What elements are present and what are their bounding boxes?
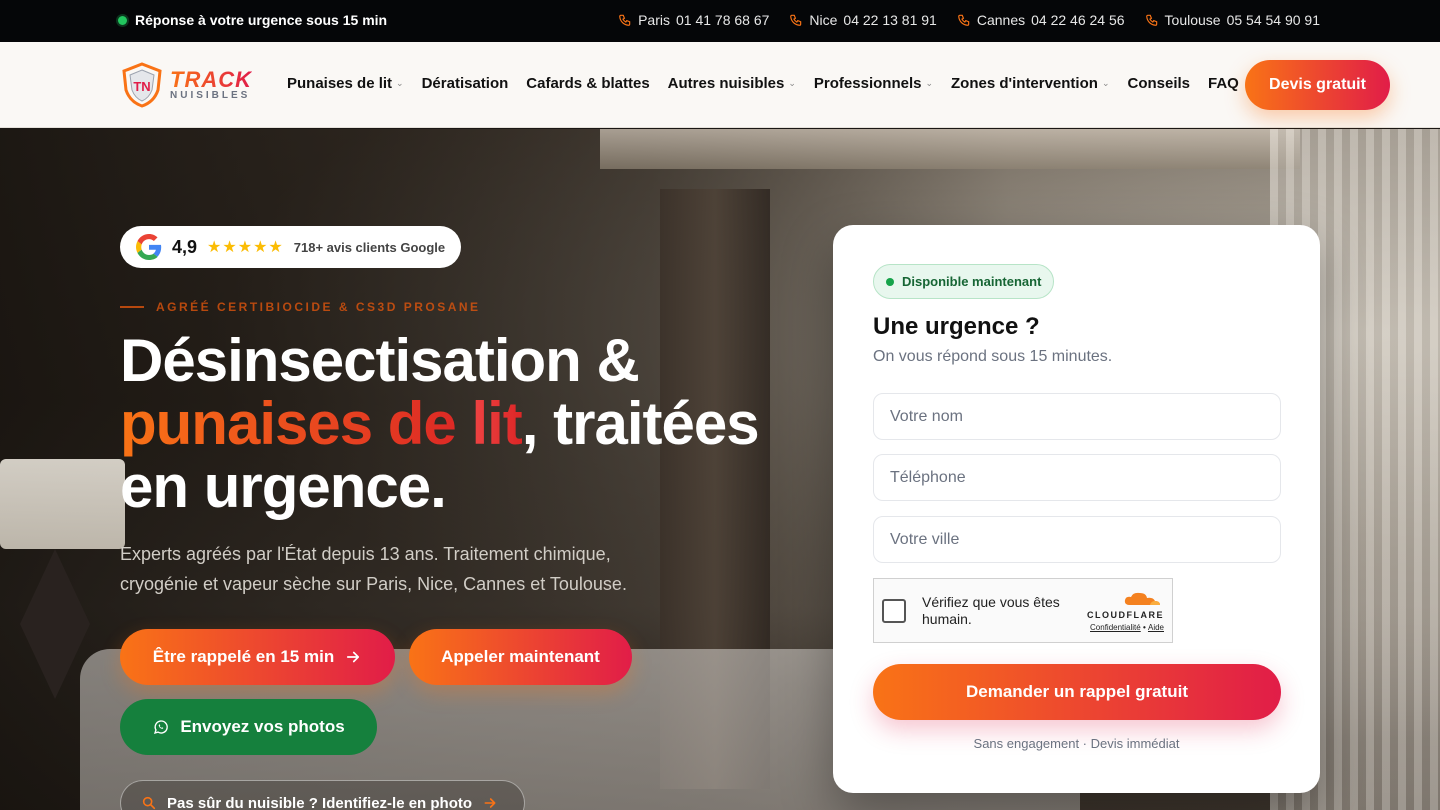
rating-stars: ★★★★★ [207,239,284,256]
identify-label: Pas sûr du nuisible ? Identifiez-le en p… [167,794,473,810]
call-now-button[interactable]: Appeler maintenant [409,629,632,685]
phone-text: Paris [638,12,670,28]
captcha-label: Vérifiez que vous êtes humain. [922,593,1060,627]
callback-button[interactable]: Être rappelé en 15 min [120,629,395,685]
nav-item-5[interactable]: Zones d'intervention ⌄ [951,75,1109,92]
svg-text:TN: TN [133,79,150,94]
cloudflare-logo-text: CLOUDFLARE [1087,610,1164,620]
headline-line-1: Désinsectisation & [120,327,640,394]
urgency-notice: Réponse à votre urgence sous 15 min [118,12,387,28]
phone-input[interactable] [873,454,1281,501]
chevron-down-icon: ⌄ [396,78,404,88]
nav-item-label: Autres nuisibles [667,75,785,92]
chevron-down-icon: ⌄ [1101,78,1110,88]
submit-callback-button[interactable]: Demander un rappel gratuit [873,664,1281,720]
nav-item-0[interactable]: Punaises de lit ⌄ [287,75,404,92]
phone-number: 04 22 13 81 91 [843,12,937,28]
nav-item-6[interactable]: Conseils [1127,75,1190,92]
nav-item-7[interactable]: FAQ [1208,75,1239,92]
phone-icon [790,14,802,26]
phone-text: Cannes [976,12,1026,28]
nav-item-label: Zones d'intervention [951,75,1098,92]
nav-item-label: Punaises de lit [287,75,393,92]
arrow-right-icon [347,651,360,663]
whatsapp-label: Envoyez vos photos [180,717,345,736]
help-link[interactable]: Aide [1148,623,1164,632]
devis-gratuit-button[interactable]: Devis gratuit [1245,60,1390,110]
urgency-text: Réponse à votre urgence sous 15 min [135,12,388,28]
cloudflare-branding: CLOUDFLARE Confidentialité • Aide [1087,591,1164,632]
top-bar: Réponse à votre urgence sous 15 min Pari… [0,0,1440,42]
headline-line-2: , traitées [521,390,760,457]
whatsapp-icon [154,720,169,735]
links-separator: • [1140,623,1148,632]
form-title: Une urgence ? [873,313,1040,340]
main-nav: TN TRACK NUISIBLES Punaises de lit ⌄ Dérat… [0,42,1440,128]
rating-score: 4,9 [172,236,198,257]
phone-number: 05 54 54 90 91 [1226,12,1320,28]
phone-number: 04 22 46 24 56 [1031,12,1125,28]
status-dot-icon [886,277,894,286]
chevron-down-icon: ⌄ [788,78,796,88]
background-lamp [0,459,125,549]
hero-headline: Désinsectisation & punaises de lit, trai… [120,329,820,518]
cloudflare-cloud-icon [1124,592,1160,605]
nav-item-label: FAQ [1208,75,1239,92]
nav-item-label: Dératisation [421,75,509,92]
callback-form-card: Disponible maintenant Une urgence ? On v… [833,225,1320,793]
logo[interactable]: TN TRACK NUISIBLES [120,62,252,108]
phone-icon [619,14,631,26]
name-input[interactable] [873,393,1281,440]
eyebrow-line [120,306,144,308]
hero-lead: Experts agréés par l'État depuis 13 ans.… [120,544,627,594]
certification-eyebrow: AGRÉÉ CERTIBIOCIDE & CS3D PROSANE [120,300,481,314]
nav-item-label: Cafards & blattes [526,75,650,92]
availability-badge: Disponible maintenant [873,264,1055,299]
phone-number: 01 41 78 68 67 [675,12,770,28]
turnstile-captcha: Vérifiez que vous êtes humain. CLOUDFLAR… [873,578,1173,643]
form-note: Sans engagement · Devis immédiat [973,736,1180,751]
nav-item-4[interactable]: Professionnels ⌄ [814,75,933,92]
google-icon [136,234,162,260]
identify-pest-link[interactable]: Pas sûr du nuisible ? Identifiez-le en p… [120,780,525,810]
status-dot-icon [118,15,127,25]
nav-item-1[interactable]: Dératisation [422,75,509,92]
google-rating-badge[interactable]: 4,9 ★★★★★ 718+ avis clients Google [120,226,462,268]
arrow-right-icon [484,798,496,808]
search-icon [142,796,156,810]
phone-link-cannes[interactable]: Cannes 04 22 46 24 56 [957,12,1125,28]
city-input[interactable] [873,516,1281,563]
rating-reviews: 718+ avis clients Google [293,239,446,255]
phone-icon [958,14,970,26]
headline-highlight: punaises de [120,390,472,457]
nav-item-2[interactable]: Cafards & blattes [526,75,649,92]
form-subtitle: On vous répond sous 15 minutes. [873,348,1113,365]
brand-sub: NUISIBLES [170,90,251,101]
phone-link-nice[interactable]: Nice 04 22 13 81 91 [789,12,937,28]
cloudflare-links: Confidentialité • Aide [1090,623,1164,632]
headline-highlight-end: lit [471,390,522,457]
eyebrow-text: AGRÉÉ CERTIBIOCIDE & CS3D PROSANE [156,300,481,314]
shield-logo-icon: TN [122,62,162,108]
phone-text: Toulouse [1164,12,1221,28]
badge-text: Disponible maintenant [902,274,1042,289]
nav-item-3[interactable]: Autres nuisibles ⌄ [668,75,796,92]
background-ceiling [600,129,1300,169]
chevron-down-icon: ⌄ [925,78,934,88]
captcha-checkbox[interactable] [882,598,906,623]
nav-item-label: Professionnels [813,75,922,92]
hero-section: 4,9 ★★★★★ 718+ avis clients Google AGRÉÉ… [0,129,1440,810]
phone-link-toulouse[interactable]: Toulouse 05 54 54 90 91 [1145,12,1320,28]
whatsapp-photos-button[interactable]: Envoyez vos photos [120,699,377,755]
phone-list: Paris 01 41 78 68 67 Nice 04 22 13 81 91 C… [618,12,1320,28]
brand-name: TRACK [170,67,252,92]
nav-item-label: Conseils [1127,75,1191,92]
phone-icon [1145,14,1157,26]
phone-text: Nice [809,12,838,28]
nav-menu: Punaises de lit ⌄ Dératisation Cafards & bl… [287,75,1239,92]
headline-line-3: en urgence. [120,453,447,520]
phone-link-paris[interactable]: Paris 01 41 78 68 67 [618,12,769,28]
callback-label: Être rappelé en 15 min [152,647,335,666]
privacy-link[interactable]: Confidentialité [1090,623,1141,632]
